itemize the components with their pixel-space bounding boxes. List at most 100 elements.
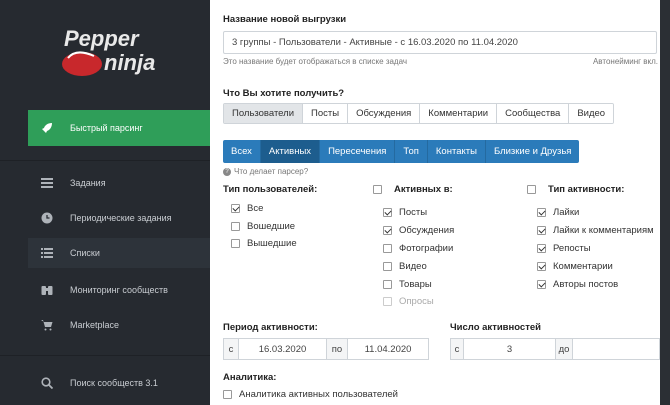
checkbox-box bbox=[383, 226, 392, 235]
pepper-ninja-logo[interactable]: Pepper ninja bbox=[58, 22, 188, 82]
period-to-prefix: по bbox=[326, 338, 348, 360]
rocket-icon bbox=[40, 121, 54, 135]
svg-text:Pepper: Pepper bbox=[64, 26, 140, 51]
sidebar-item-lists[interactable]: Списки bbox=[28, 238, 210, 268]
tab-close-friends[interactable]: Близкие и Друзья bbox=[485, 140, 580, 163]
export-name-hint: Это название будет отображаться в списке… bbox=[223, 57, 408, 66]
checkbox-label: Товары bbox=[399, 279, 432, 290]
clock-icon bbox=[40, 211, 54, 225]
active-in-posts-checkbox[interactable]: Посты bbox=[383, 207, 427, 218]
checkbox-box bbox=[537, 262, 546, 271]
parser-help-text: Что делает парсер? bbox=[234, 167, 309, 176]
panel-scroll-edge bbox=[660, 0, 670, 405]
tab-comments[interactable]: Комментарии bbox=[420, 104, 498, 123]
export-name-input[interactable]: 3 группы - Пользователи - Активные - с 1… bbox=[223, 31, 657, 54]
checkbox-box bbox=[537, 244, 546, 253]
tab-all[interactable]: Всех bbox=[223, 140, 261, 163]
checkbox-box bbox=[383, 262, 392, 271]
activity-comment-likes-checkbox[interactable]: Лайки к комментариям bbox=[537, 225, 654, 236]
activity-type-label: Тип активности: bbox=[548, 184, 625, 195]
sidebar-item-label: Быстрый парсинг bbox=[70, 123, 143, 133]
export-name-label: Название новой выгрузки bbox=[223, 14, 347, 25]
checkbox-label: Авторы постов bbox=[553, 279, 619, 290]
active-in-label: Активных в: bbox=[394, 184, 453, 195]
checkbox-box bbox=[383, 297, 392, 306]
tab-communities[interactable]: Сообщества bbox=[497, 104, 570, 123]
user-type-all-checkbox[interactable]: Все bbox=[231, 203, 263, 214]
tab-contacts[interactable]: Контакты bbox=[427, 140, 486, 163]
tab-intersections[interactable]: Пересечения bbox=[320, 140, 396, 163]
checkbox-box bbox=[231, 222, 240, 231]
sidebar-item-label: Периодические задания bbox=[70, 213, 172, 223]
sidebar-item-quick-parsing[interactable]: Быстрый парсинг bbox=[28, 110, 210, 146]
cart-icon bbox=[40, 318, 54, 332]
sidebar-item-periodic-tasks[interactable]: Периодические задания bbox=[28, 203, 210, 233]
parser-help-link[interactable]: ? Что делает парсер? bbox=[223, 167, 308, 176]
sidebar-item-tasks[interactable]: Задания bbox=[28, 168, 210, 198]
activity-type-select-all-checkbox[interactable]: Тип активности: bbox=[527, 184, 624, 195]
autonaming-toggle[interactable]: Автонейминг вкл. bbox=[593, 57, 658, 66]
tab-top[interactable]: Топ bbox=[395, 140, 428, 163]
binoculars-icon bbox=[40, 283, 54, 297]
count-to-prefix: до bbox=[555, 338, 573, 360]
activity-reposts-checkbox[interactable]: Репосты bbox=[537, 243, 591, 254]
checkbox-label: Вышедшие bbox=[247, 238, 297, 249]
active-in-goods-checkbox[interactable]: Товары bbox=[383, 279, 432, 290]
activity-comments-checkbox[interactable]: Комментарии bbox=[537, 261, 613, 272]
tasks-icon bbox=[40, 176, 54, 190]
user-type-left-checkbox[interactable]: Вышедшие bbox=[231, 238, 297, 249]
sidebar: Pepper ninja Быстрый парсинг Задания Пер… bbox=[0, 0, 210, 405]
activity-likes-checkbox[interactable]: Лайки bbox=[537, 207, 579, 218]
count-from-prefix: с bbox=[450, 338, 464, 360]
active-in-select-all-checkbox[interactable]: Активных в: bbox=[373, 184, 453, 195]
checkbox-label: Репосты bbox=[553, 243, 591, 254]
user-type-label: Тип пользователей: bbox=[223, 184, 318, 195]
checkbox-box bbox=[231, 239, 240, 248]
tab-video[interactable]: Видео bbox=[569, 104, 614, 123]
checkbox-label: Видео bbox=[399, 261, 427, 272]
checkbox-box bbox=[383, 208, 392, 217]
checkbox-box bbox=[527, 185, 536, 194]
sidebar-item-label: Задания bbox=[70, 178, 106, 188]
active-in-discussions-checkbox[interactable]: Обсуждения bbox=[383, 225, 454, 236]
checkbox-box bbox=[537, 280, 546, 289]
count-to-input[interactable] bbox=[572, 338, 660, 360]
list-icon bbox=[40, 246, 54, 260]
checkbox-label: Вошедшие bbox=[247, 221, 296, 232]
checkbox-box bbox=[223, 390, 232, 399]
checkbox-box bbox=[383, 244, 392, 253]
activity-post-authors-checkbox[interactable]: Авторы постов bbox=[537, 279, 618, 290]
analytics-label: Аналитика: bbox=[223, 372, 277, 383]
sidebar-item-marketplace[interactable]: Marketplace bbox=[28, 310, 210, 340]
period-to-input[interactable]: 11.04.2020 bbox=[347, 338, 429, 360]
checkbox-box bbox=[537, 208, 546, 217]
sidebar-item-community-monitoring[interactable]: Мониторинг сообществ bbox=[28, 275, 210, 305]
checkbox-label: Все bbox=[247, 203, 264, 214]
tab-active[interactable]: Активных bbox=[260, 140, 321, 163]
sidebar-item-community-search[interactable]: Поиск сообществ 3.1 bbox=[28, 368, 210, 398]
checkbox-box bbox=[373, 185, 382, 194]
tab-discussions[interactable]: Обсуждения bbox=[348, 104, 421, 123]
entity-type-tabs: Пользователи Посты Обсуждения Комментари… bbox=[223, 103, 615, 124]
what-to-get-label: Что Вы хотите получить? bbox=[223, 88, 345, 99]
analytics-active-users-checkbox[interactable]: Аналитика активных пользователей bbox=[223, 389, 398, 400]
sidebar-item-label: Поиск сообществ 3.1 bbox=[70, 378, 158, 388]
question-icon: ? bbox=[223, 167, 231, 176]
period-from-prefix: с bbox=[223, 338, 239, 360]
period-from-input[interactable]: 16.03.2020 bbox=[238, 338, 327, 360]
count-from-input[interactable]: 3 bbox=[463, 338, 556, 360]
user-type-joined-checkbox[interactable]: Вошедшие bbox=[231, 221, 295, 232]
sidebar-item-label: Marketplace bbox=[70, 320, 120, 330]
active-in-video-checkbox[interactable]: Видео bbox=[383, 261, 427, 272]
checkbox-label: Посты bbox=[399, 207, 428, 218]
checkbox-label: Комментарии bbox=[553, 261, 613, 272]
search-icon bbox=[40, 376, 54, 390]
checkbox-label: Лайки bbox=[553, 207, 580, 218]
active-in-photos-checkbox[interactable]: Фотографии bbox=[383, 243, 453, 254]
tab-posts[interactable]: Посты bbox=[303, 104, 349, 123]
active-in-polls-checkbox[interactable]: Опросы bbox=[383, 296, 434, 307]
activity-count-label: Число активностей bbox=[450, 322, 541, 333]
activity-period-label: Период активности: bbox=[223, 322, 318, 333]
checkbox-label: Лайки к комментариям bbox=[553, 225, 654, 236]
tab-users[interactable]: Пользователи bbox=[224, 104, 304, 123]
